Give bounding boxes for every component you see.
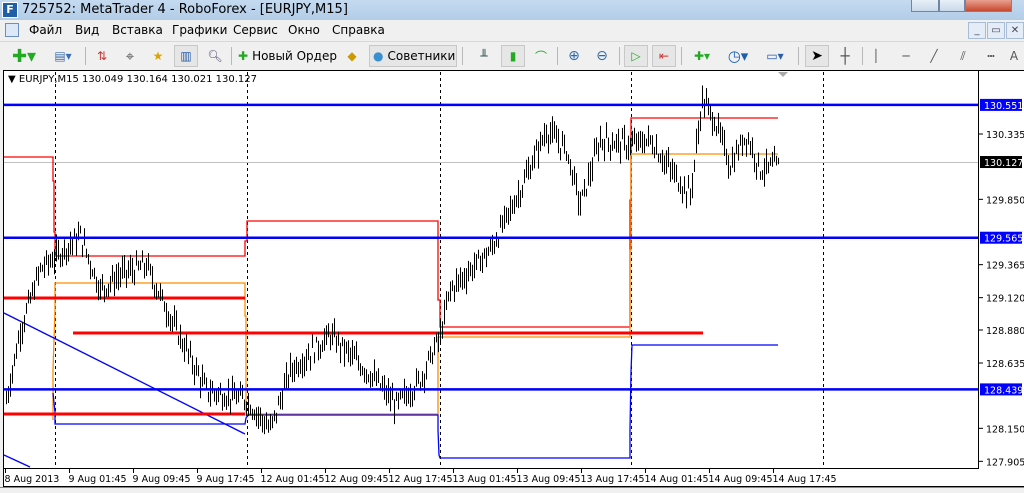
templates-icon[interactable]: ▭▾ xyxy=(760,45,790,67)
new-order-button[interactable]: ✚ Новый Ордер xyxy=(238,45,338,67)
navigator-crosshair-icon[interactable]: ⌖ xyxy=(120,45,140,67)
crosshair-icon[interactable]: ┼ xyxy=(834,45,856,67)
candlestick-icon[interactable]: ▮ xyxy=(501,45,525,67)
cursor-icon[interactable]: ➤ xyxy=(805,45,829,67)
chart-window-icon xyxy=(5,23,19,37)
menu-tools[interactable]: Сервис xyxy=(233,23,278,37)
menu-charts[interactable]: Графики xyxy=(172,23,227,37)
strategy-tester-icon[interactable]: 🔍︎ xyxy=(204,45,226,67)
periods-clock-icon[interactable]: ◷▾ xyxy=(724,45,752,67)
mdi-minimize-button[interactable]: _ xyxy=(968,22,986,39)
text-tool-icon[interactable]: A xyxy=(1006,45,1022,67)
mdi-restore-button[interactable]: ▭ xyxy=(987,22,1005,39)
menu-window[interactable]: Окно xyxy=(288,23,320,37)
experts-label: Советники xyxy=(387,49,456,63)
zoom-out-icon[interactable]: ⊖ xyxy=(591,45,613,67)
close-button[interactable] xyxy=(965,0,1012,12)
menu-file[interactable]: Файл xyxy=(29,23,62,37)
data-window-icon[interactable]: ▥ xyxy=(174,45,198,67)
favorites-icon[interactable]: ★ xyxy=(147,45,169,67)
menu-insert[interactable]: Вставка xyxy=(112,23,163,37)
experts-button[interactable]: ● Советники xyxy=(369,45,457,67)
fibonacci-icon[interactable]: ┅ xyxy=(980,45,1002,67)
indicators-icon[interactable]: ✚▾ xyxy=(688,45,716,67)
trendline-icon[interactable]: ╱ xyxy=(924,45,944,67)
mdi-close-button[interactable]: ✕ xyxy=(1006,22,1024,39)
minimize-button[interactable] xyxy=(911,0,939,12)
title-bar: F 725752: MetaTrader 4 - RoboForex - [EU… xyxy=(0,0,1024,20)
symbol-ohlc-text: EURJPY,M15 130.049 130.164 130.021 130.1… xyxy=(18,74,257,85)
experts-icon: ● xyxy=(373,49,384,63)
zoom-in-icon[interactable]: ⊕ xyxy=(563,45,585,67)
collapse-triangle-icon: ▼ xyxy=(8,74,19,85)
bar-chart-icon[interactable]: ╨ xyxy=(474,45,494,67)
chart-symbol-info: ▼ EURJPY,M15 130.049 130.164 130.021 130… xyxy=(8,74,257,85)
new-order-label: Новый Ордер xyxy=(252,49,337,63)
auto-scroll-icon[interactable]: ▷ xyxy=(624,45,648,67)
horizontal-line-icon[interactable]: ─ xyxy=(896,45,916,67)
market-watch-icon[interactable]: ⇅ xyxy=(92,45,112,67)
toolbar: ✚▾ ▤▾ ⇅ ⌖ ★ ▥ 🔍︎ ✚ Новый Ордер ◆ ● Советни… xyxy=(0,42,1024,69)
menu-help[interactable]: Справка xyxy=(332,23,385,37)
new-order-icon: ✚ xyxy=(238,49,249,63)
equidistant-channel-icon[interactable]: ⫽ xyxy=(952,45,974,67)
window-title: 725752: MetaTrader 4 - RoboForex - [EURJ… xyxy=(22,2,348,17)
vertical-line-icon[interactable]: │ xyxy=(866,45,886,67)
line-chart-icon[interactable]: ⌒ xyxy=(530,45,552,67)
maximize-button[interactable] xyxy=(939,0,965,12)
menu-bar: Файл Вид Вставка Графики Сервис Окно Спр… xyxy=(0,20,1024,42)
alert-icon[interactable]: ◆ xyxy=(342,45,362,67)
chart-window[interactable] xyxy=(3,70,1024,487)
new-chart-icon[interactable]: ✚▾ xyxy=(10,45,38,67)
profiles-icon[interactable]: ▤▾ xyxy=(48,45,78,67)
app-logo-icon: F xyxy=(2,2,18,18)
chart-shift-icon[interactable]: ⇤ xyxy=(652,45,676,67)
status-strip xyxy=(0,487,1024,493)
menu-view[interactable]: Вид xyxy=(75,23,99,37)
